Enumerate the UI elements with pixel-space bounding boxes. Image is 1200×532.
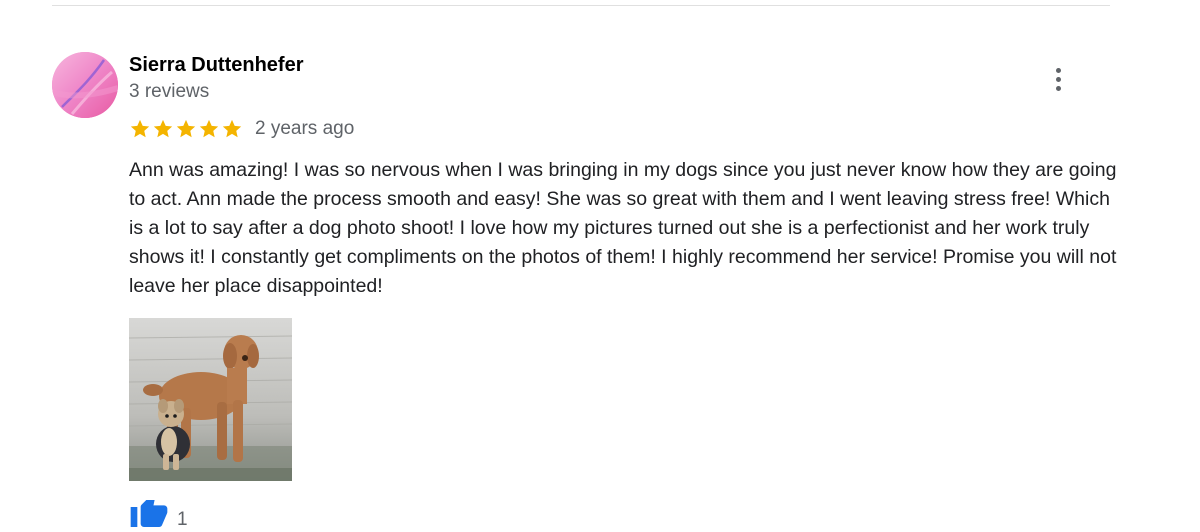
- review-time: 2 years ago: [255, 118, 355, 139]
- star-rating: [129, 118, 244, 140]
- review-text: Ann was amazing! I was so nervous when I…: [129, 159, 1117, 297]
- author-name[interactable]: Sierra Duttenhefer: [129, 52, 304, 78]
- thumbs-up-icon[interactable]: [129, 500, 169, 532]
- rating-row: 2 years ago: [129, 117, 354, 141]
- like-row: 1: [129, 500, 188, 532]
- star-icon: [153, 119, 173, 138]
- more-vert-icon: [1055, 67, 1061, 73]
- more-vert-icon-dot: [1055, 85, 1061, 91]
- star-icon: [130, 119, 150, 138]
- more-options-button[interactable]: [1045, 64, 1071, 94]
- dogs-photo-image: [129, 318, 292, 481]
- review-card: Sierra Duttenhefer 3 reviews 2 years ago…: [0, 0, 1200, 532]
- author-avatar[interactable]: [52, 52, 118, 118]
- star-icon: [199, 119, 219, 138]
- star-icon: [176, 119, 196, 138]
- like-count: 1: [177, 509, 188, 530]
- more-vert-icon-dot: [1055, 76, 1061, 82]
- author-review-count: 3 reviews: [129, 81, 210, 102]
- review-photo[interactable]: [129, 318, 292, 481]
- star-icon: [222, 119, 242, 138]
